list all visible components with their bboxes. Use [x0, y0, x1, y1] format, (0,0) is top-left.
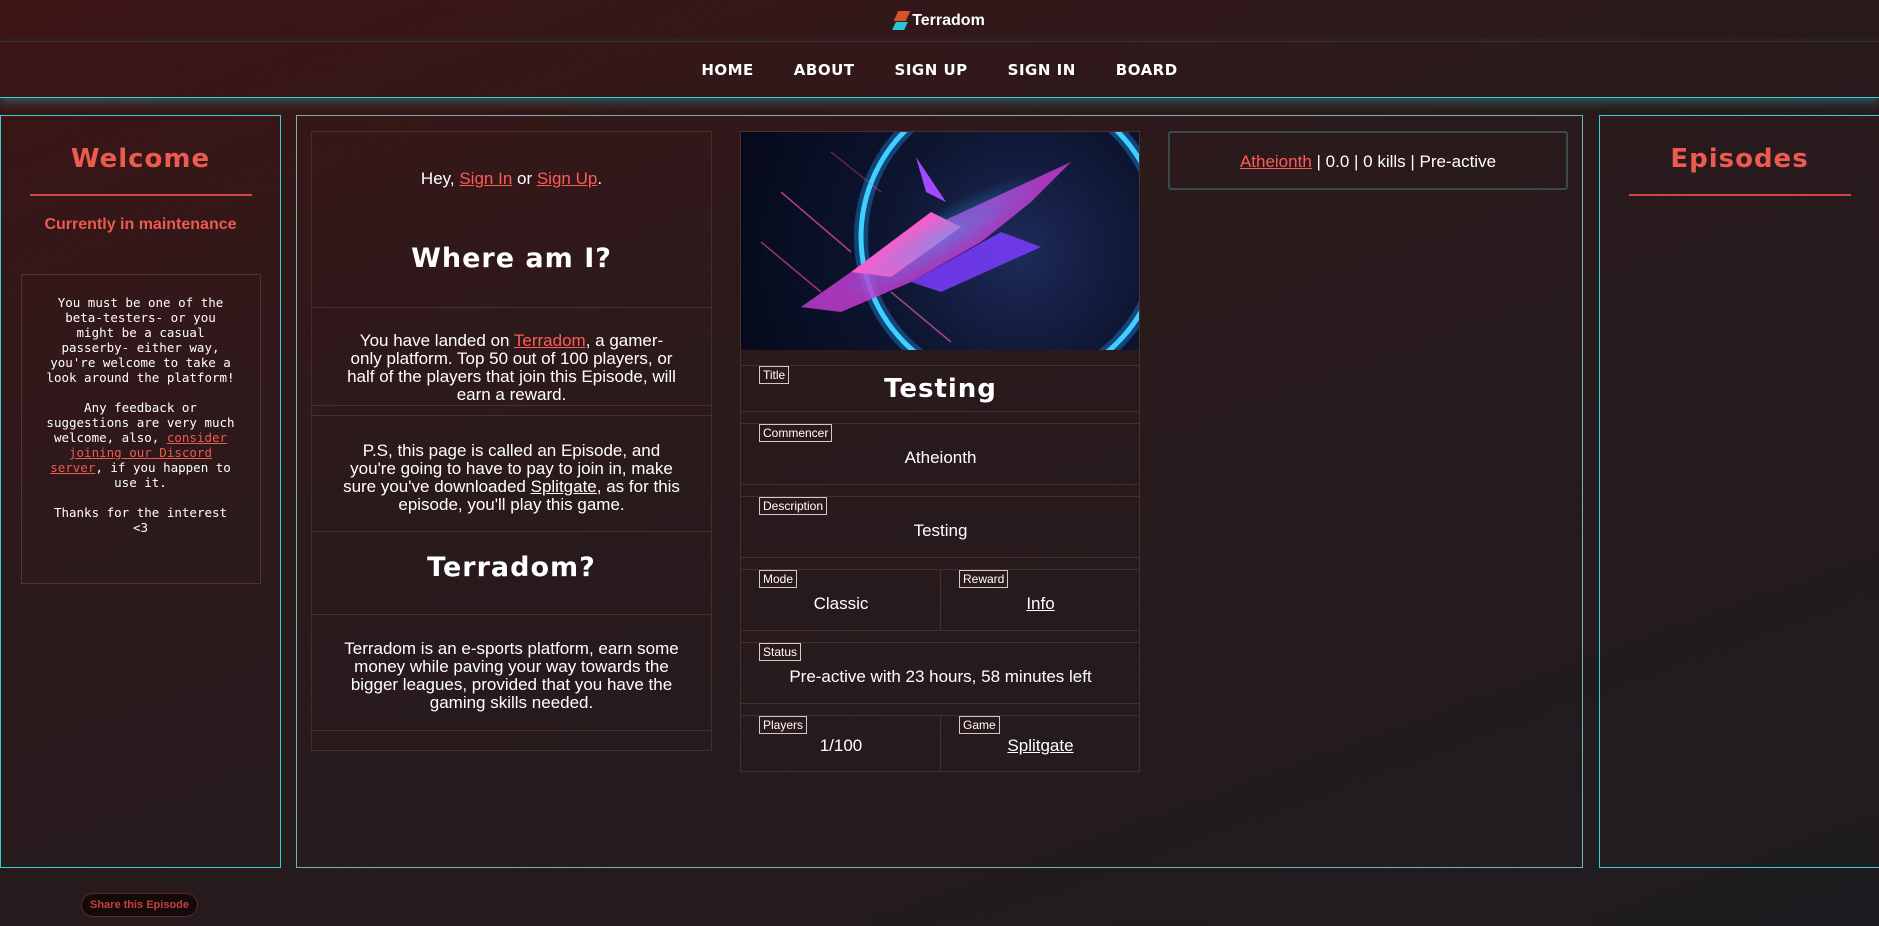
share-episode-button[interactable]: Share this Episode: [81, 893, 198, 917]
reward-label: Reward: [959, 570, 1009, 588]
beta-note-text: You must be one of the beta-testers- or …: [46, 295, 235, 385]
episode-frame: Hey, Sign In or Sign Up. Where am I? You…: [296, 115, 1583, 868]
info-column: Hey, Sign In or Sign Up. Where am I? You…: [311, 131, 712, 751]
brand-logo[interactable]: Terradom: [894, 10, 985, 32]
commencer-value: Atheionth: [904, 448, 977, 467]
nav-board[interactable]: BOARD: [1096, 61, 1198, 79]
terradom-description: Terradom is an e-sports platform, earn s…: [312, 615, 711, 731]
episode-title: Testing: [884, 374, 997, 404]
status-value: Pre-active with 23 hours, 58 minutes lef…: [789, 667, 1092, 686]
status-label: Status: [759, 643, 802, 661]
nav-sign-in[interactable]: SIGN IN: [988, 61, 1096, 79]
commencer-field: Commencer Atheionth: [741, 423, 1140, 485]
sign-in-link[interactable]: Sign In: [459, 169, 512, 188]
landed-prefix: You have landed on: [359, 331, 514, 350]
mode-label: Mode: [759, 570, 798, 588]
episodes-divider: [1628, 194, 1851, 196]
splitgate-link[interactable]: Splitgate: [531, 477, 597, 496]
episode-card: Title Testing Commencer Atheionth Descri…: [740, 131, 1140, 772]
terradom-logo-icon: [894, 10, 908, 32]
mode-field: Mode Classic: [741, 570, 941, 630]
ps-block: P.S, this page is called an Episode, and…: [312, 416, 711, 532]
beta-note: You must be one of the beta-testers- or …: [20, 274, 261, 584]
players-field: Players 1/100: [741, 716, 941, 772]
description-value: Testing: [913, 521, 968, 540]
episode-banner-image: [741, 132, 1139, 350]
reward-info-link[interactable]: Info: [941, 594, 1140, 614]
terradom-heading: Terradom?: [312, 532, 711, 615]
feedback-tail: , if you happen to use it.: [95, 460, 231, 490]
episodes-panel: Episodes: [1599, 115, 1879, 868]
spaceship-illustration: [760, 132, 1139, 350]
greeting: Hey, Sign In or Sign Up.: [312, 170, 711, 188]
greeting-suffix: .: [597, 169, 603, 188]
title-field: Title Testing: [741, 365, 1140, 412]
welcome-divider: [29, 194, 252, 196]
where-am-i-heading: Where am I?: [411, 243, 612, 274]
episodes-title: Episodes: [1670, 144, 1809, 174]
players-value: 1/100: [819, 736, 863, 755]
sign-up-link[interactable]: Sign Up: [537, 169, 597, 188]
description-label: Description: [759, 497, 828, 515]
thanks-text: Thanks for the interest <3: [53, 505, 228, 535]
welcome-panel: Welcome Currently in maintenance You mus…: [0, 115, 281, 868]
spacer: [312, 406, 711, 416]
nav-sign-up[interactable]: SIGN UP: [875, 61, 988, 79]
greeting-prefix: Hey,: [420, 169, 460, 188]
game-link[interactable]: Splitgate: [941, 736, 1140, 756]
game-label: Game: [959, 716, 1000, 734]
status-field: Status Pre-active with 23 hours, 58 minu…: [741, 642, 1140, 704]
top-bar: Terradom: [0, 0, 1879, 42]
nav-about[interactable]: ABOUT: [774, 61, 875, 79]
players-label: Players: [759, 716, 808, 734]
description-field: Description Testing: [741, 496, 1140, 558]
welcome-title: Welcome: [70, 144, 211, 174]
reward-field: Reward Info: [940, 570, 1140, 630]
player-stats-text: | 0.0 | 0 kills | Pre-active: [1311, 152, 1497, 171]
main-nav: HOME ABOUT SIGN UP SIGN IN BOARD: [0, 42, 1879, 98]
terradom-link[interactable]: Terradom: [514, 331, 586, 350]
greeting-or: or: [512, 169, 537, 188]
feedback-note: Any feedback or suggestions are very muc…: [44, 400, 238, 490]
game-field: Game Splitgate: [940, 716, 1140, 772]
landed-block: You have landed on Terradom, a gamer-onl…: [312, 308, 711, 406]
greeting-block: Hey, Sign In or Sign Up. Where am I?: [312, 132, 711, 308]
player-stats: Atheionth | 0.0 | 0 kills | Pre-active: [1168, 131, 1568, 190]
players-game-row: Players 1/100 Game Splitgate: [741, 715, 1140, 772]
commencer-label: Commencer: [759, 424, 833, 442]
brand-name: Terradom: [912, 11, 985, 29]
mode-value: Classic: [813, 594, 869, 613]
player-name-link[interactable]: Atheionth: [1240, 152, 1312, 171]
maintenance-notice: Currently in maintenance: [44, 216, 237, 233]
nav-home[interactable]: HOME: [681, 61, 773, 79]
mode-reward-row: Mode Classic Reward Info: [741, 569, 1140, 631]
